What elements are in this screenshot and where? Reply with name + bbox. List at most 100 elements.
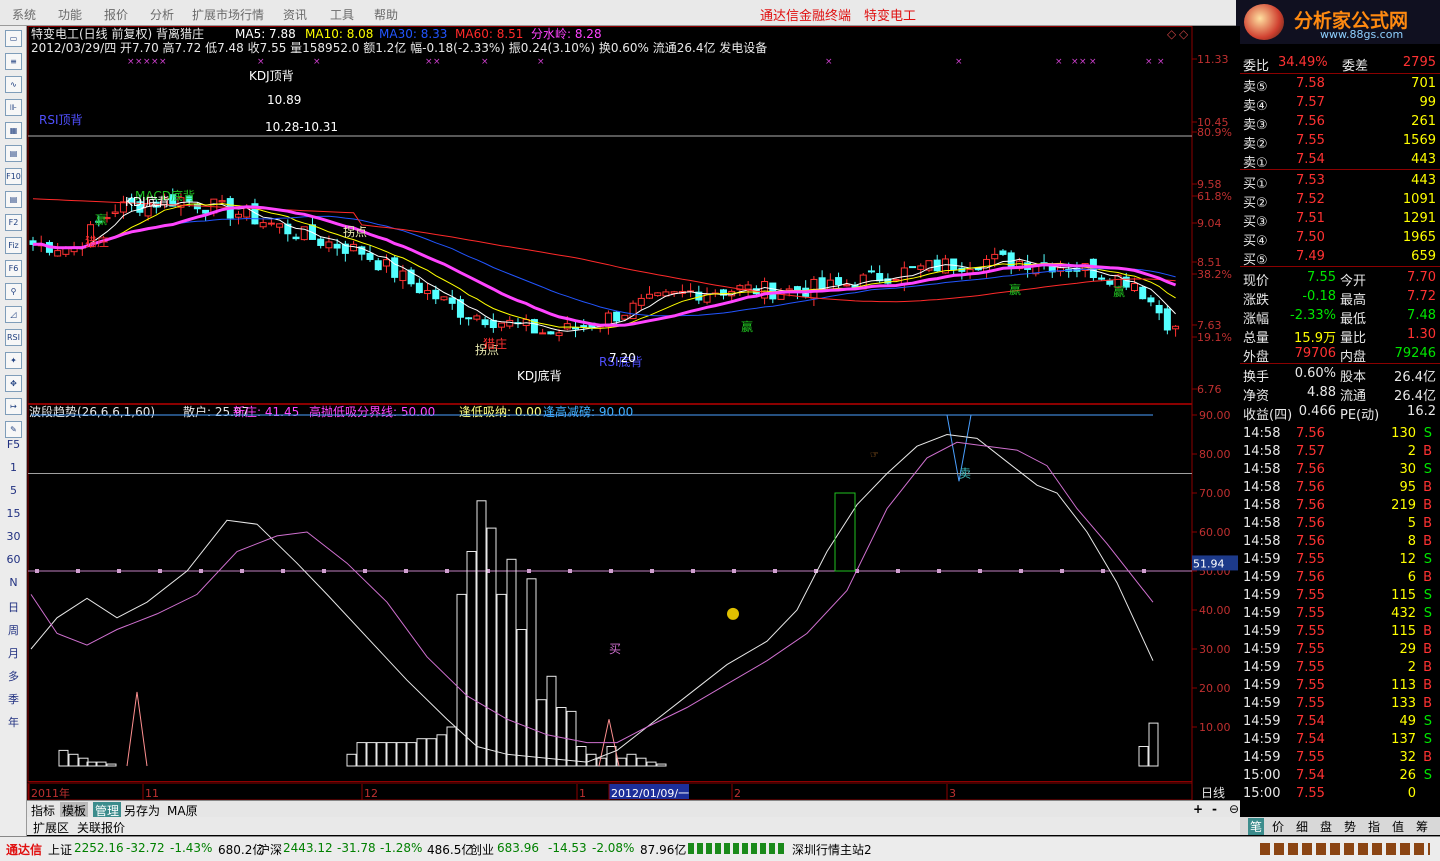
- tick-price: 7.56: [1296, 462, 1325, 477]
- tab-related-quote[interactable]: 关联报价: [77, 819, 125, 836]
- period-button-5[interactable]: 60: [0, 553, 27, 566]
- tick-time: 14:59: [1243, 642, 1281, 657]
- sell-volume: 261: [1411, 114, 1436, 129]
- line-icon[interactable]: ∿: [5, 76, 22, 93]
- arrow-icon[interactable]: ↦: [5, 398, 22, 415]
- right-tab-1[interactable]: 价: [1272, 818, 1284, 835]
- chart-area[interactable]: 特变电工(日线 前复权) 背离猎庄 MA5: 7.88 MA10: 8.08 MA30…: [27, 26, 1240, 800]
- right-tab-3[interactable]: 盘: [1320, 818, 1332, 835]
- price-axis-label: 80.9%: [1197, 126, 1232, 139]
- face-icon: [727, 607, 739, 620]
- main-chart-expand-icon[interactable]: ◇: [1167, 27, 1177, 41]
- chart-icon[interactable]: ▭: [5, 30, 22, 47]
- right-tab-4[interactable]: 势: [1344, 818, 1356, 835]
- signal-marker: ×: [1157, 57, 1165, 67]
- main-chart-ohlc: 2012/03/29/四 开7.70 高7.72 低7.48 收7.55 量15…: [31, 40, 767, 55]
- move-icon[interactable]: ✥: [5, 375, 22, 392]
- market-signal-icon: [688, 843, 784, 854]
- menu-item-news[interactable]: 资讯: [283, 6, 307, 23]
- sub-chart-title: 波段趋势(26,6,6,1,60): [29, 404, 155, 419]
- period-button-11[interactable]: 季: [0, 691, 27, 707]
- right-tab-6[interactable]: 值: [1392, 818, 1404, 835]
- sz-change: -31.78: [337, 841, 376, 855]
- candle-body: [843, 284, 851, 287]
- f10-icon[interactable]: F10: [5, 168, 22, 185]
- f-icon[interactable]: F2: [5, 214, 22, 231]
- gaopao-dot: [199, 569, 203, 573]
- menu-item-extended-market[interactable]: 扩展市场行情: [192, 6, 264, 23]
- sz-amount: 486.5亿: [427, 843, 474, 857]
- sell-level-label: 卖②: [1243, 137, 1268, 152]
- signal-marker: ×: [135, 57, 143, 67]
- period-button-0[interactable]: F5: [0, 438, 27, 451]
- period-button-4[interactable]: 30: [0, 530, 27, 543]
- grid-icon[interactable]: ▦: [5, 122, 22, 139]
- menu-item-help[interactable]: 帮助: [374, 6, 398, 23]
- menu-item-system[interactable]: 系统: [12, 6, 36, 23]
- zoom-out-button[interactable]: -: [1212, 802, 1217, 816]
- tick-volume: 0: [1407, 786, 1416, 801]
- menu-item-tools[interactable]: 工具: [330, 6, 354, 23]
- extension-bar: 扩展区 关联报价: [27, 817, 1240, 835]
- period-button-6[interactable]: N: [0, 576, 27, 589]
- x-axis-label: 1: [579, 787, 586, 800]
- f6-icon[interactable]: F6: [5, 260, 22, 277]
- fiz-icon[interactable]: Fiz: [5, 237, 22, 254]
- period-button-1[interactable]: 1: [0, 461, 27, 474]
- main-chart-options-icon[interactable]: ◇: [1179, 27, 1189, 41]
- right-tab-2[interactable]: 细: [1296, 818, 1308, 835]
- period-button-9[interactable]: 月: [0, 645, 27, 661]
- stat-value-2: 7.48: [1407, 308, 1436, 323]
- period-button-7[interactable]: 日: [0, 599, 27, 615]
- candle-body: [917, 265, 925, 270]
- candle-body: [235, 213, 242, 218]
- candle-body: [54, 250, 62, 257]
- zoom-in-button[interactable]: +: [1193, 802, 1203, 816]
- candle-body: [317, 238, 325, 246]
- menu-item-analysis[interactable]: 分析: [150, 6, 174, 23]
- candle-body: [276, 223, 284, 228]
- sell-level-row: 卖⑤ 7.58 701: [1240, 75, 1440, 95]
- stat-value: -0.18: [1302, 289, 1336, 304]
- tick-time: 14:59: [1243, 606, 1281, 621]
- tick-row: 14:59 7.55 113 B: [1240, 678, 1440, 696]
- period-button-12[interactable]: 年: [0, 714, 27, 730]
- stat-value-2: 7.70: [1407, 270, 1436, 285]
- right-tab-5[interactable]: 指: [1368, 818, 1380, 835]
- server-name: 深圳行情主站2: [792, 843, 872, 857]
- tick-time: 14:58: [1243, 516, 1281, 531]
- sell-label: 卖: [959, 466, 971, 480]
- period-button-8[interactable]: 周: [0, 622, 27, 638]
- report-icon[interactable]: ▤: [5, 145, 22, 162]
- gaopao-dot: [281, 569, 285, 573]
- tick-direction: B: [1423, 444, 1432, 459]
- period-button-2[interactable]: 5: [0, 484, 27, 497]
- right-tab-7[interactable]: 筹: [1416, 818, 1428, 835]
- doc-icon[interactable]: ▤: [5, 191, 22, 208]
- tick-time: 14:59: [1243, 570, 1281, 585]
- rsi-icon[interactable]: RSI: [5, 329, 22, 346]
- list-icon[interactable]: ≡: [5, 53, 22, 70]
- period-button-3[interactable]: 15: [0, 507, 27, 520]
- buy-volume: 1965: [1402, 230, 1436, 245]
- search-icon[interactable]: ⚲: [5, 283, 22, 300]
- tick-list[interactable]: 14:58 7.56 130 S 14:58 7.57 2 B 14:58 7.56 30 S 14:5…: [1240, 426, 1440, 806]
- tick-row: 15:00 7.55 0: [1240, 786, 1440, 804]
- candle-body: [382, 259, 390, 267]
- tab-extension-area[interactable]: 扩展区: [33, 819, 69, 836]
- buy-volume: 659: [1411, 249, 1436, 264]
- tick-volume: 432: [1391, 606, 1416, 621]
- tick-row: 14:59 7.55 2 B: [1240, 660, 1440, 678]
- chart-annotation: 赢: [1113, 284, 1125, 299]
- candle-body: [637, 297, 645, 306]
- pen-icon[interactable]: ✎: [5, 421, 22, 438]
- kline-icon[interactable]: ◿: [5, 306, 22, 323]
- collapse-icon[interactable]: ⊖: [1229, 802, 1239, 816]
- right-tab-0[interactable]: 笔: [1248, 818, 1265, 835]
- period-button-10[interactable]: 多: [0, 668, 27, 684]
- candle-icon[interactable]: ⊪: [5, 99, 22, 116]
- menu-item-quote[interactable]: 报价: [104, 6, 128, 23]
- menu-item-function[interactable]: 功能: [58, 6, 82, 23]
- tool-icon[interactable]: ✦: [5, 352, 22, 369]
- ma5-value: MA5: 7.88: [235, 27, 296, 41]
